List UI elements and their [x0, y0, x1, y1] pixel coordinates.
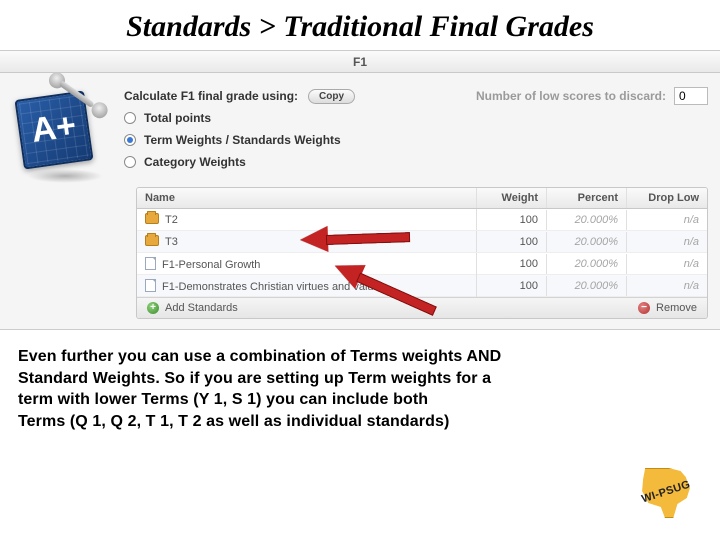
row-name: F1-Demonstrates Christian virtues and va… — [162, 281, 385, 293]
term-tab-label[interactable]: F1 — [353, 55, 367, 69]
slide-body-text: Even further you can use a combination o… — [18, 346, 680, 432]
row-percent: 20.000% — [547, 232, 627, 252]
standard-icon — [145, 279, 156, 292]
radio-category-weights[interactable] — [124, 156, 136, 168]
row-drop: n/a — [627, 232, 707, 252]
table-row[interactable]: T2 100 20.000% n/a — [137, 209, 707, 231]
radio-total-points[interactable] — [124, 112, 136, 124]
slide-title: Standards > Traditional Final Grades — [0, 0, 720, 50]
col-name[interactable]: Name — [137, 188, 477, 208]
weights-table: Name Weight Percent Drop Low T2 100 20.0… — [136, 187, 708, 319]
folder-icon — [145, 213, 159, 224]
radio-term-weights[interactable] — [124, 134, 136, 146]
app-icon-column: A+ — [12, 85, 110, 177]
settings-panel: F1 A+ Calculate F1 final grade using: Co… — [0, 50, 720, 330]
add-standards-button[interactable]: + Add Standards — [147, 302, 238, 314]
col-percent[interactable]: Percent — [547, 188, 627, 208]
row-percent: 20.000% — [547, 254, 627, 274]
term-header-bar: F1 — [0, 51, 720, 73]
grade-setup-icon: A+ — [15, 85, 107, 177]
opt-term-label: Term Weights / Standards Weights — [144, 133, 341, 147]
row-weight[interactable]: 100 — [477, 254, 547, 274]
calc-label: Calculate F1 final grade using: — [124, 89, 298, 103]
discard-label: Number of low scores to discard: — [476, 89, 666, 103]
table-row[interactable]: T3 100 20.000% n/a — [137, 231, 707, 253]
row-name: T2 — [165, 214, 178, 226]
col-weight[interactable]: Weight — [477, 188, 547, 208]
minus-icon: − — [638, 302, 650, 314]
opt-total-label: Total points — [144, 111, 211, 125]
copy-button[interactable]: Copy — [308, 89, 355, 104]
plus-icon: + — [147, 302, 159, 314]
remove-button[interactable]: − Remove — [638, 302, 697, 314]
col-droplow[interactable]: Drop Low — [627, 188, 707, 208]
row-weight[interactable]: 100 — [477, 232, 547, 252]
row-weight[interactable]: 100 — [477, 276, 547, 296]
table-row[interactable]: F1-Personal Growth 100 20.000% n/a — [137, 253, 707, 275]
wipsug-badge: WI-PSUG — [636, 466, 696, 522]
opt-cat-label: Category Weights — [144, 155, 246, 169]
row-percent: 20.000% — [547, 210, 627, 230]
row-weight[interactable]: 100 — [477, 210, 547, 230]
add-standards-label: Add Standards — [165, 302, 238, 314]
row-drop: n/a — [627, 276, 707, 296]
row-name: T3 — [165, 236, 178, 248]
row-drop: n/a — [627, 210, 707, 230]
discard-input[interactable] — [674, 87, 708, 105]
row-percent: 20.000% — [547, 276, 627, 296]
standard-icon — [145, 257, 156, 270]
folder-icon — [145, 235, 159, 246]
table-row[interactable]: F1-Demonstrates Christian virtues and va… — [137, 275, 707, 297]
row-drop: n/a — [627, 254, 707, 274]
remove-label: Remove — [656, 302, 697, 314]
row-name: F1-Personal Growth — [162, 259, 260, 271]
